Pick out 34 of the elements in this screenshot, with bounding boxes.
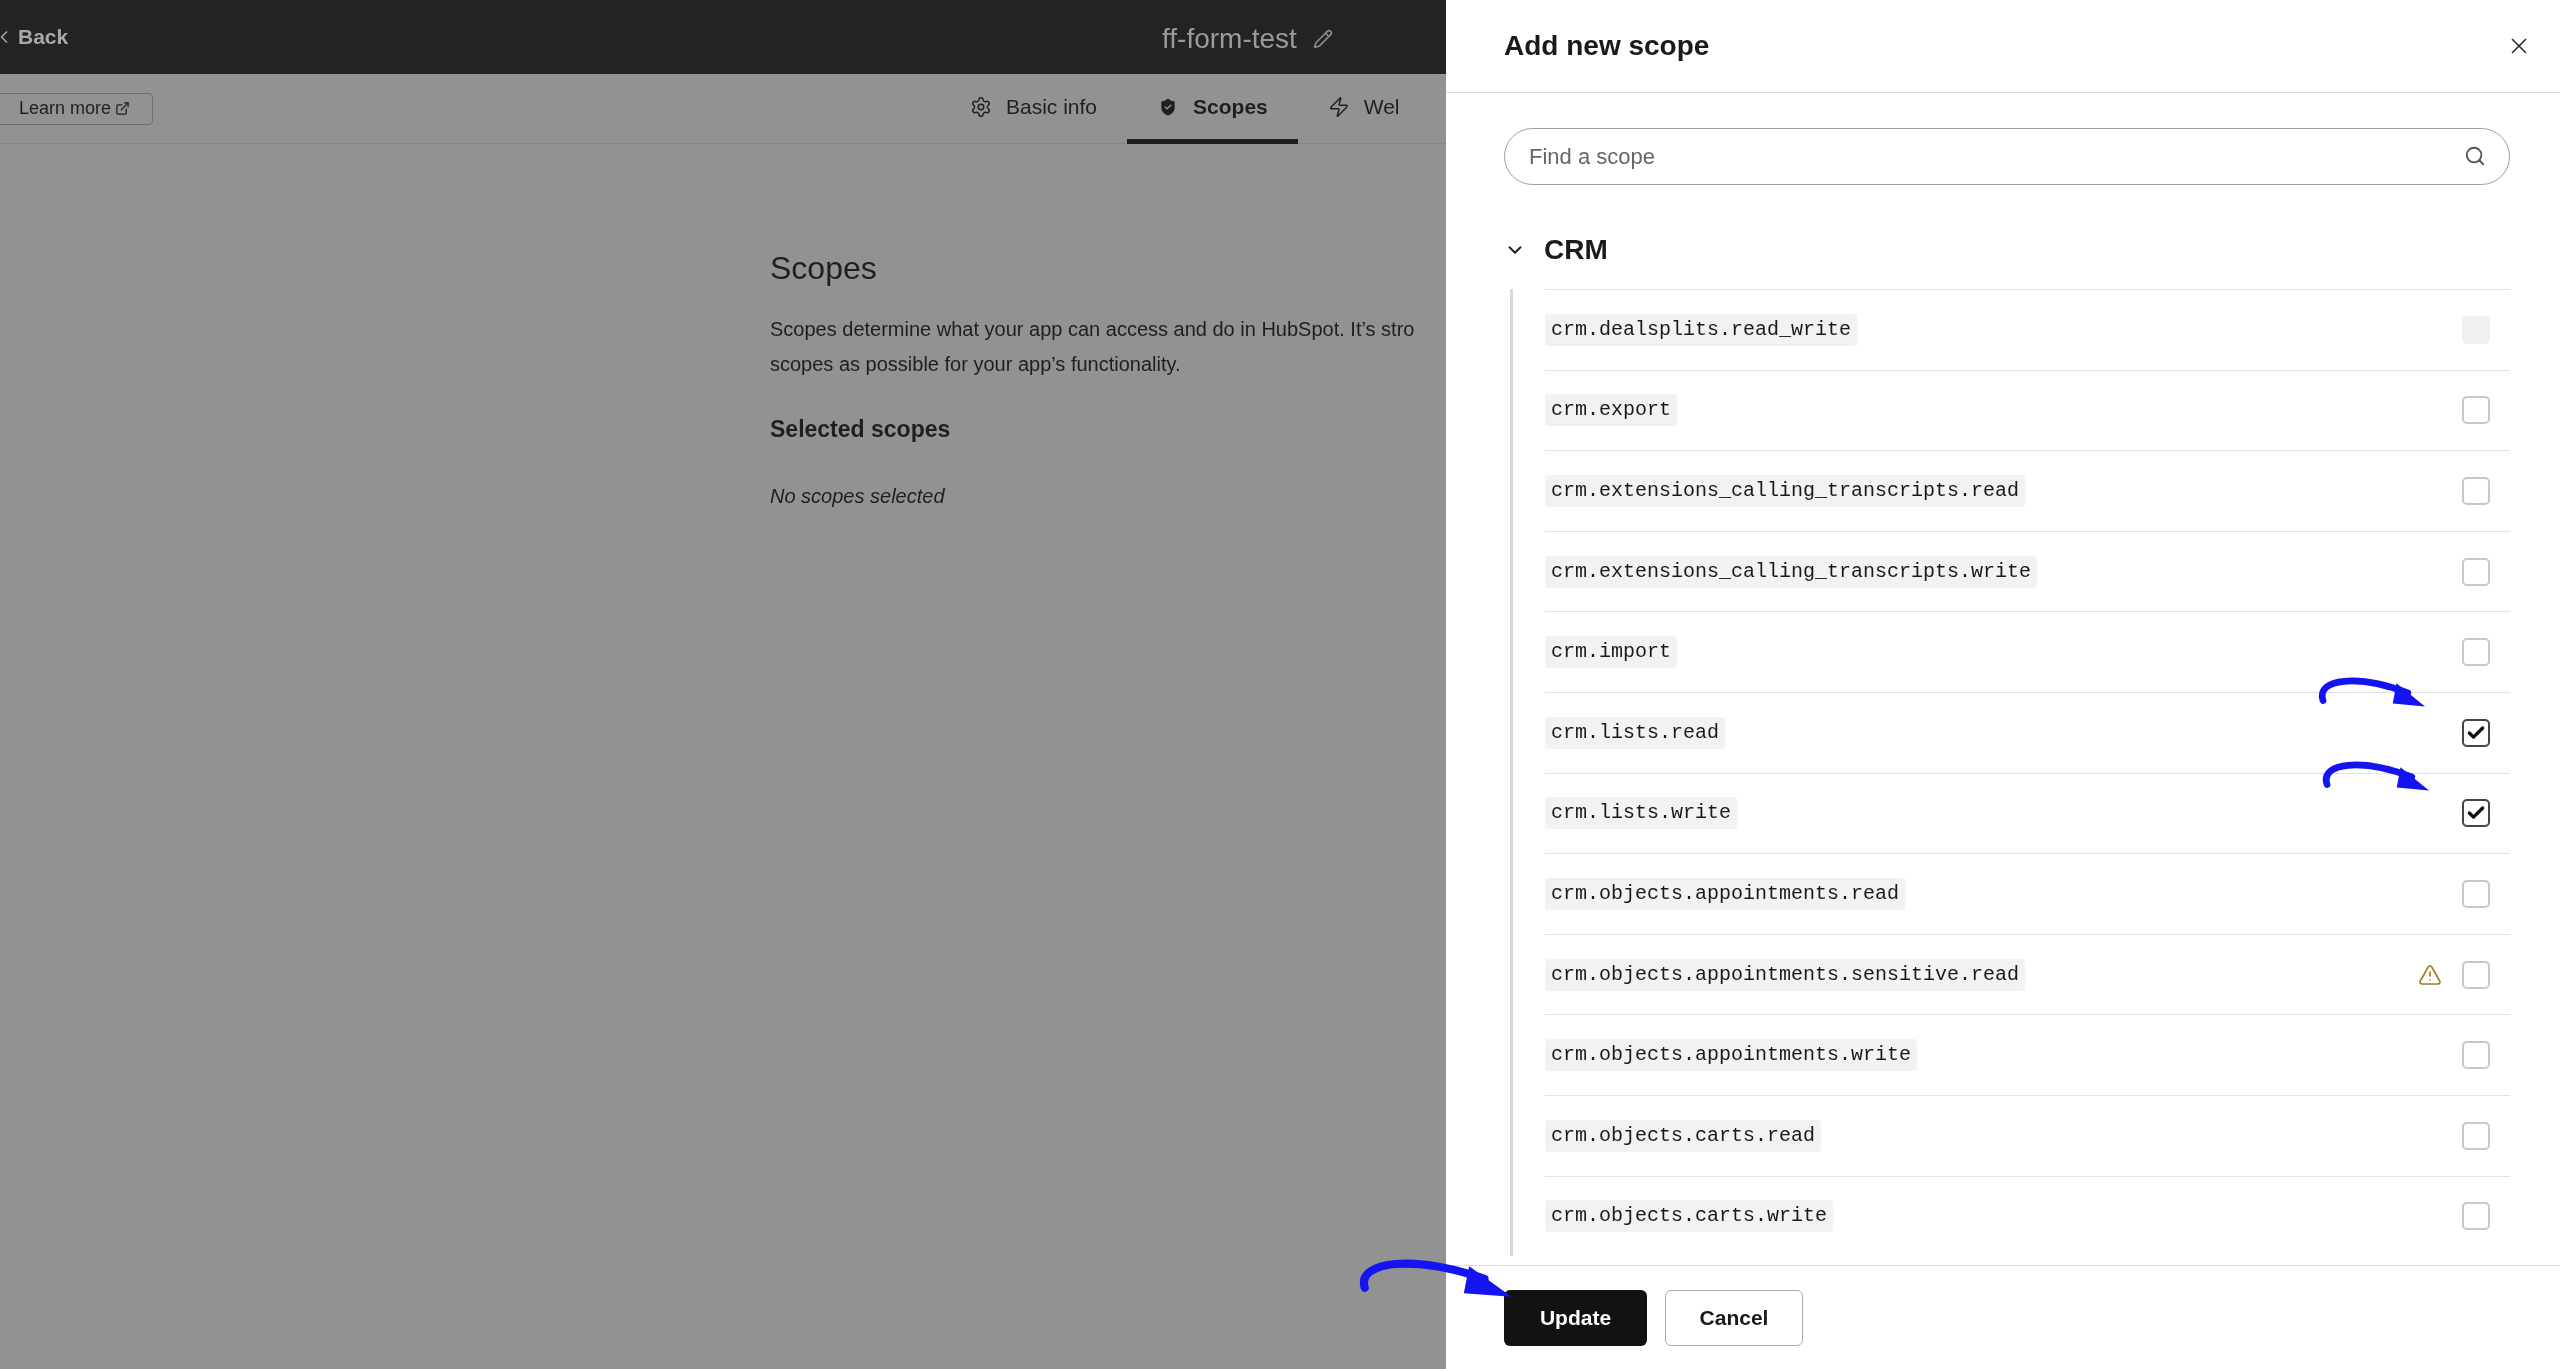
external-link-icon — [115, 101, 131, 116]
description-text: Scopes determine what your app can access and do in HubSpot. It’s stro scopes as possible for your app’s functionality. — [770, 317, 1416, 377]
scope-checkbox[interactable] — [2462, 718, 2490, 747]
tab[interactable]: Scopes — [1127, 74, 1298, 144]
search-icon — [2464, 145, 2486, 167]
update-button[interactable]: Update — [1504, 1289, 1647, 1346]
scope-name: crm.extensions_calling_transcripts.read — [1545, 475, 2026, 507]
scope-name: crm.objects.appointments.write — [1545, 1039, 1918, 1072]
app-name: ff-form-test — [1162, 22, 1297, 56]
scope-name: crm.objects.appointments.read — [1545, 877, 1906, 910]
back-link[interactable]: Back — [0, 21, 69, 53]
group-toggle[interactable]: CRM — [1504, 229, 1608, 271]
cancel-button[interactable]: Cancel — [1665, 1289, 1803, 1346]
scope-checkbox[interactable] — [2462, 799, 2490, 828]
scope-name: crm.objects.appointments.sensitive.read — [1545, 958, 2026, 991]
section-heading: Selected scopes — [770, 415, 952, 444]
learn-more-button[interactable]: Learn more — [0, 92, 154, 125]
scope-name: crm.lists.write — [1545, 797, 1738, 830]
pencil-icon[interactable] — [1312, 29, 1333, 49]
lightning-icon — [1327, 95, 1350, 118]
scope-name: crm.export — [1545, 394, 1678, 427]
gear-icon — [970, 95, 992, 118]
scope-name: crm.extensions_calling_transcripts.write — [1545, 555, 2038, 588]
tab[interactable]: Basic info — [940, 74, 1128, 144]
page-title: Scopes — [770, 249, 878, 288]
tab[interactable]: Wel — [1297, 74, 1430, 144]
panel-title: Add new scope — [1504, 29, 1710, 63]
scope-name: crm.lists.read — [1545, 716, 1726, 749]
scope-name: crm.import — [1545, 636, 1678, 669]
search-field[interactable]: Find a scope — [1504, 128, 2510, 185]
scope-name: crm.objects.carts.write — [1545, 1200, 1834, 1233]
empty-state-text: No scopes selected — [770, 483, 946, 509]
scope-name: crm.dealsplits.read_write — [1545, 313, 1858, 346]
scope-name: crm.objects.carts.read — [1545, 1119, 1822, 1152]
